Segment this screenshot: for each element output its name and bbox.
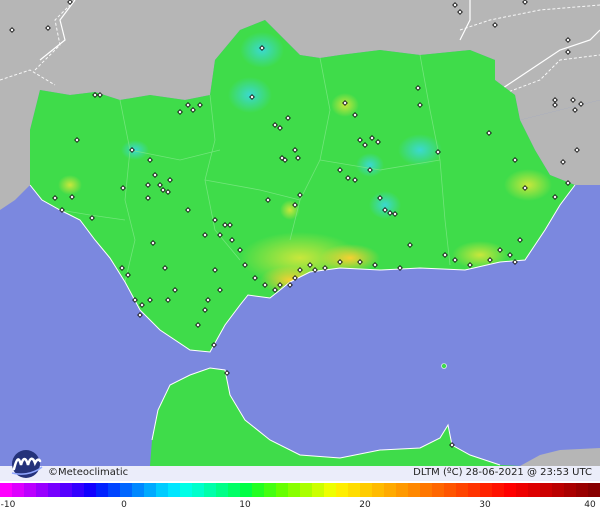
scale-swatch — [12, 483, 24, 497]
scale-swatch — [24, 483, 36, 497]
scale-swatch — [0, 483, 12, 497]
scale-swatch — [180, 483, 192, 497]
scale-swatch — [516, 483, 528, 497]
scale-swatch — [300, 483, 312, 497]
scale-swatch — [264, 483, 276, 497]
map-caption: DLTM (ºC) 28-06-2021 @ 23:53 UTC — [413, 467, 592, 478]
scale-tick: 0 — [121, 500, 127, 510]
scale-swatch — [480, 483, 492, 497]
scale-swatch — [240, 483, 252, 497]
caption-variable: DLTM (ºC) — [413, 467, 463, 478]
scale-swatch — [84, 483, 96, 497]
scale-swatch — [432, 483, 444, 497]
scale-swatch — [396, 483, 408, 497]
scale-swatch — [444, 483, 456, 497]
scale-swatch — [312, 483, 324, 497]
scale-tick: 30 — [479, 500, 491, 510]
scale-swatch — [492, 483, 504, 497]
scale-swatch — [192, 483, 204, 497]
scale-swatch — [384, 483, 396, 497]
scale-swatch — [372, 483, 384, 497]
scale-swatch — [72, 483, 84, 497]
scale-swatch — [252, 483, 264, 497]
scale-swatch — [156, 483, 168, 497]
scale-swatch — [348, 483, 360, 497]
copyright-symbol: © — [48, 467, 58, 478]
scale-swatch — [204, 483, 216, 497]
scale-swatch — [48, 483, 60, 497]
caption-date: 28-06-2021 — [465, 467, 524, 478]
temperature-map — [0, 0, 600, 517]
scale-swatch — [168, 483, 180, 497]
scale-swatch — [528, 483, 540, 497]
scale-swatch — [564, 483, 576, 497]
scale-swatch — [360, 483, 372, 497]
alboran-island — [441, 363, 447, 369]
color-scale-bar — [0, 483, 600, 497]
scale-swatch — [108, 483, 120, 497]
scale-swatch — [588, 483, 600, 497]
scale-swatch — [144, 483, 156, 497]
scale-swatch — [456, 483, 468, 497]
scale-swatch — [216, 483, 228, 497]
scale-swatch — [276, 483, 288, 497]
brand-name: Meteoclimatic — [58, 467, 129, 478]
scale-swatch — [408, 483, 420, 497]
caption-separator: @ — [526, 467, 537, 478]
color-scale: -10 0 10 20 30 40 — [0, 481, 600, 517]
scale-tick: 10 — [239, 500, 251, 510]
scale-tick: 40 — [584, 500, 596, 510]
scale-swatch — [36, 483, 48, 497]
meteoclimatic-logo — [11, 450, 43, 478]
scale-tick: -10 — [0, 500, 16, 510]
scale-swatch — [576, 483, 588, 497]
scale-swatch — [504, 483, 516, 497]
scale-swatch — [132, 483, 144, 497]
scale-swatch — [540, 483, 552, 497]
scale-swatch — [324, 483, 336, 497]
scale-tick: 20 — [359, 500, 371, 510]
scale-swatch — [468, 483, 480, 497]
brand-label: ©Meteoclimatic — [48, 467, 128, 478]
scale-swatch — [120, 483, 132, 497]
scale-swatch — [96, 483, 108, 497]
scale-swatch — [288, 483, 300, 497]
scale-swatch — [336, 483, 348, 497]
scale-swatch — [552, 483, 564, 497]
scale-swatch — [60, 483, 72, 497]
scale-swatch — [420, 483, 432, 497]
caption-time: 23:53 UTC — [540, 467, 592, 478]
scale-swatch — [228, 483, 240, 497]
